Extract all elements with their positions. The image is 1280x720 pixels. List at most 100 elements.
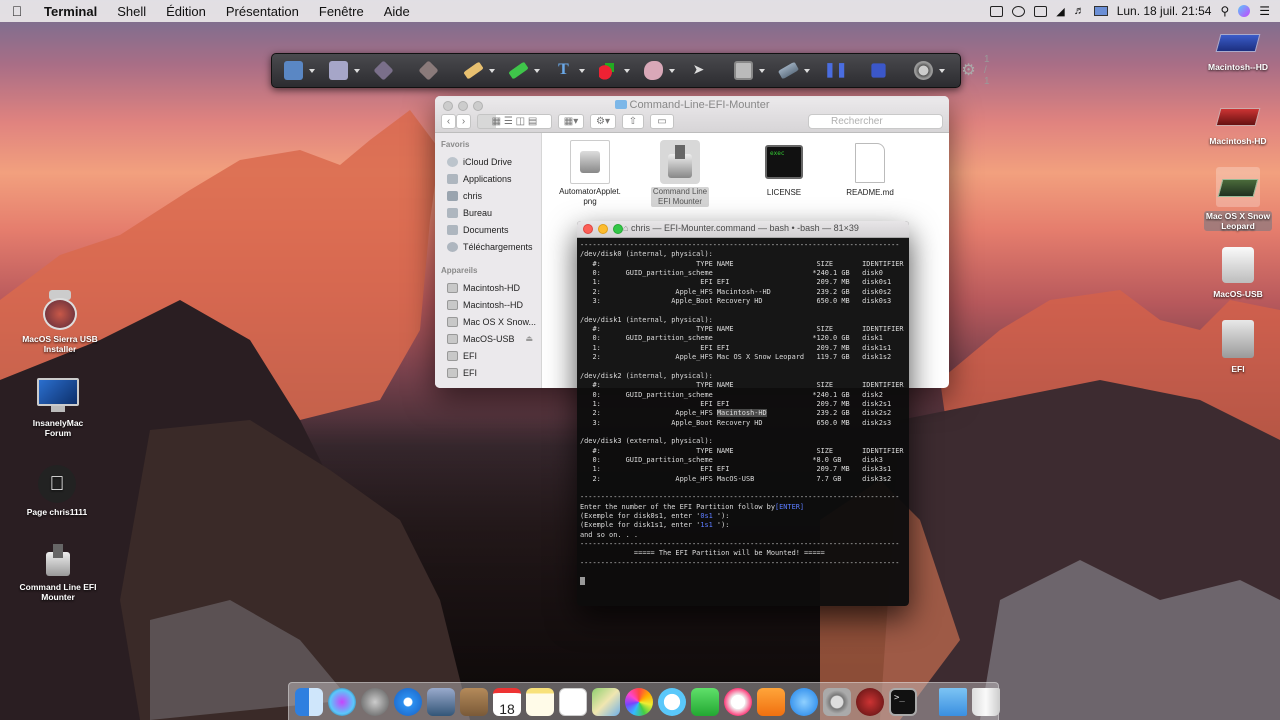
sidebar-item-telechargements[interactable]: Téléchargements	[435, 238, 541, 255]
menu-fenetre[interactable]: Fenêtre	[309, 4, 374, 19]
reminders-icon[interactable]	[559, 687, 587, 716]
sidebar-item-macintosh-hd[interactable]: Macintosh-HD	[435, 279, 541, 296]
pause-icon[interactable]: ❚❚	[824, 61, 847, 80]
search-input[interactable]: Rechercher	[808, 113, 943, 129]
trash-icon[interactable]	[972, 687, 1000, 716]
volume-icon[interactable]: ♬	[1074, 5, 1085, 17]
chevron-down-icon[interactable]	[939, 68, 945, 73]
sidebar-item-macos-usb[interactable]: MacOS-USB ⏏	[435, 330, 541, 347]
siri-icon[interactable]	[328, 687, 356, 716]
app-store-icon[interactable]	[790, 687, 818, 716]
desktop-icon-mac-os-x-snow-leopard[interactable]: Mac OS X Snow Leopard	[1193, 167, 1280, 231]
eraser-tool-icon[interactable]	[418, 60, 439, 81]
installer-icon[interactable]	[856, 687, 884, 716]
whiteboard-tool-icon[interactable]	[734, 61, 753, 80]
text-tool-icon[interactable]: T	[554, 61, 573, 80]
action-menu-button[interactable]: ⚙▾	[590, 113, 616, 129]
eraser-pink-icon[interactable]	[644, 61, 663, 80]
file-command-line-efi-mounter[interactable]: Command Line EFI Mounter	[635, 135, 725, 207]
sidebar-item-snow-leopard[interactable]: Mac OS X Snow...	[435, 313, 541, 330]
safari-icon[interactable]	[394, 687, 422, 716]
app-menu-terminal[interactable]: Terminal	[34, 4, 107, 19]
desktop-icon-page-chris1111[interactable]:  Page chris1111	[12, 465, 102, 517]
maps-icon[interactable]	[592, 687, 620, 716]
desktop-icon-insanelymac[interactable]: InsanelyMac Forum	[13, 378, 103, 438]
file-license[interactable]: exec LICENSE	[739, 137, 829, 198]
spotlight-icon[interactable]: ⚲	[1220, 4, 1229, 18]
callout-tool-icon[interactable]	[284, 61, 303, 80]
terminal-output[interactable]: ----------------------------------------…	[577, 238, 909, 587]
desktop-icon-command-line-efi-mounter[interactable]: Command Line EFI Mounter	[13, 544, 103, 602]
chevron-down-icon[interactable]	[579, 68, 585, 73]
share-button[interactable]: ⇧	[622, 113, 644, 129]
finder-icon[interactable]	[295, 687, 323, 716]
desktop-icon-macos-usb[interactable]: MacOS-USB	[1193, 245, 1280, 299]
notes-icon[interactable]	[526, 687, 554, 716]
siri-menu-icon[interactable]	[1238, 5, 1251, 17]
sidebar-item-applications[interactable]: Applications	[435, 170, 541, 187]
preview-icon[interactable]	[427, 687, 455, 716]
pointer-tool-icon[interactable]: ➤	[689, 61, 708, 80]
back-button[interactable]: ‹	[441, 113, 456, 129]
menu-shell[interactable]: Shell	[107, 4, 156, 19]
chevron-down-icon[interactable]	[354, 68, 360, 73]
sidebar-item-macintosh--hd[interactable]: Macintosh--HD	[435, 296, 541, 313]
launchpad-icon[interactable]	[361, 687, 389, 716]
menu-presentation[interactable]: Présentation	[216, 4, 309, 19]
apple-menu-icon[interactable]: 	[0, 3, 34, 19]
pencil-tool-icon[interactable]	[463, 61, 484, 80]
shapes-color-icon[interactable]	[599, 61, 618, 80]
desktop-icon-sierra-installer[interactable]: MacOS Sierra USB Installer	[15, 290, 105, 354]
desktop-icon-efi[interactable]: EFI	[1193, 318, 1280, 374]
sidebar-item-chris[interactable]: chris	[435, 187, 541, 204]
menu-aide[interactable]: Aide	[374, 4, 420, 19]
airplay-icon[interactable]	[1034, 5, 1048, 17]
minimize-button[interactable]	[598, 224, 608, 234]
chevron-down-icon[interactable]	[624, 68, 630, 73]
screenflow-status-icon[interactable]	[990, 5, 1004, 17]
sidebar-item-icloud-drive[interactable]: iCloud Drive	[435, 153, 541, 170]
gear-icon[interactable]: ⚙	[959, 61, 978, 80]
photos-icon[interactable]	[625, 687, 653, 716]
chevron-down-icon[interactable]	[804, 68, 810, 73]
chevron-down-icon[interactable]	[489, 68, 495, 73]
facetime-icon[interactable]	[691, 687, 719, 716]
keyboard-flag-icon[interactable]	[1093, 6, 1108, 16]
hammer-tool-icon[interactable]	[777, 61, 800, 80]
sidebar-item-efi-2[interactable]: EFI	[435, 364, 541, 381]
downloads-folder-icon[interactable]	[939, 687, 967, 716]
itunes-icon[interactable]	[724, 687, 752, 716]
chevron-down-icon[interactable]	[759, 68, 765, 73]
chevron-down-icon[interactable]	[669, 68, 675, 73]
calendar-icon[interactable]: 18	[493, 687, 521, 717]
highlighter-tool-icon[interactable]	[508, 61, 529, 80]
forward-button[interactable]: ›	[456, 113, 471, 129]
terminal-cursor-line[interactable]	[580, 577, 906, 586]
notification-center-icon[interactable]: ☰	[1259, 4, 1270, 18]
file-automatorapplet-png[interactable]: AutomatorApplet. png	[545, 135, 635, 207]
eject-icon[interactable]: ⏏	[525, 334, 533, 343]
chevron-down-icon[interactable]	[309, 68, 315, 73]
terminal-titlebar[interactable]: ⌂ chris — EFI-Mounter.command — bash • -…	[577, 221, 909, 238]
file-readme-md[interactable]: README.md	[825, 137, 915, 198]
sidebar-item-documents[interactable]: Documents	[435, 221, 541, 238]
stop-icon[interactable]	[871, 63, 886, 78]
arrange-menu-button[interactable]: ▦▾	[558, 113, 584, 129]
menubar-clock[interactable]: Lun. 18 juil. 21:54	[1117, 4, 1212, 18]
zoom-button[interactable]	[613, 224, 623, 234]
menu-edition[interactable]: Édition	[156, 4, 216, 19]
wifi-icon[interactable]: ◢	[1056, 5, 1064, 18]
system-preferences-icon[interactable]	[823, 687, 851, 716]
webcam-icon[interactable]	[914, 61, 933, 80]
chevron-down-icon[interactable]	[534, 68, 540, 73]
terminal-icon[interactable]: >_	[889, 687, 917, 716]
contacts-icon[interactable]	[460, 687, 488, 716]
tags-button[interactable]: ▭	[650, 113, 674, 129]
desktop-icon-macintosh--hd[interactable]: Macintosh--HD	[1193, 26, 1280, 72]
screenshot-tool-icon[interactable]	[329, 61, 348, 80]
time-machine-icon[interactable]	[1012, 5, 1026, 17]
sidebar-item-bureau[interactable]: Bureau	[435, 204, 541, 221]
finder-titlebar[interactable]: Command-Line-EFI-Mounter ‹ › ▦ ☰ ◫ ▤ ▦▾ …	[435, 96, 949, 133]
ibooks-icon[interactable]	[757, 687, 785, 716]
close-button[interactable]	[583, 224, 593, 234]
